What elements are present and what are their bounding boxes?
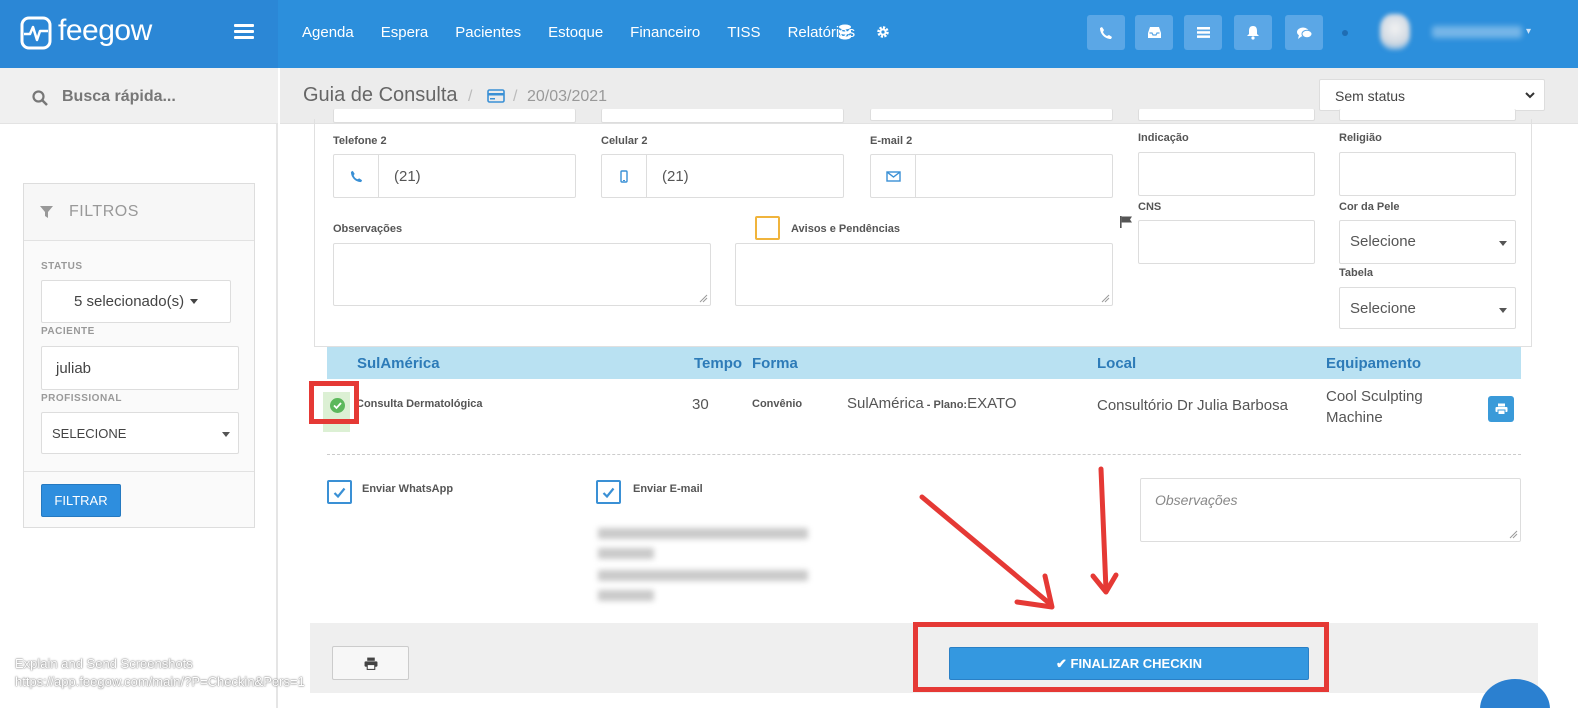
annotation-arrow <box>1090 466 1119 595</box>
overlay-url: https://app.feegow.com/main/?P=Checkin&P… <box>15 674 305 689</box>
annotation-arrow <box>919 494 1055 610</box>
annotation-arrows <box>919 466 1119 610</box>
overlay-caption: Explain and Send Screenshots <box>15 656 193 671</box>
